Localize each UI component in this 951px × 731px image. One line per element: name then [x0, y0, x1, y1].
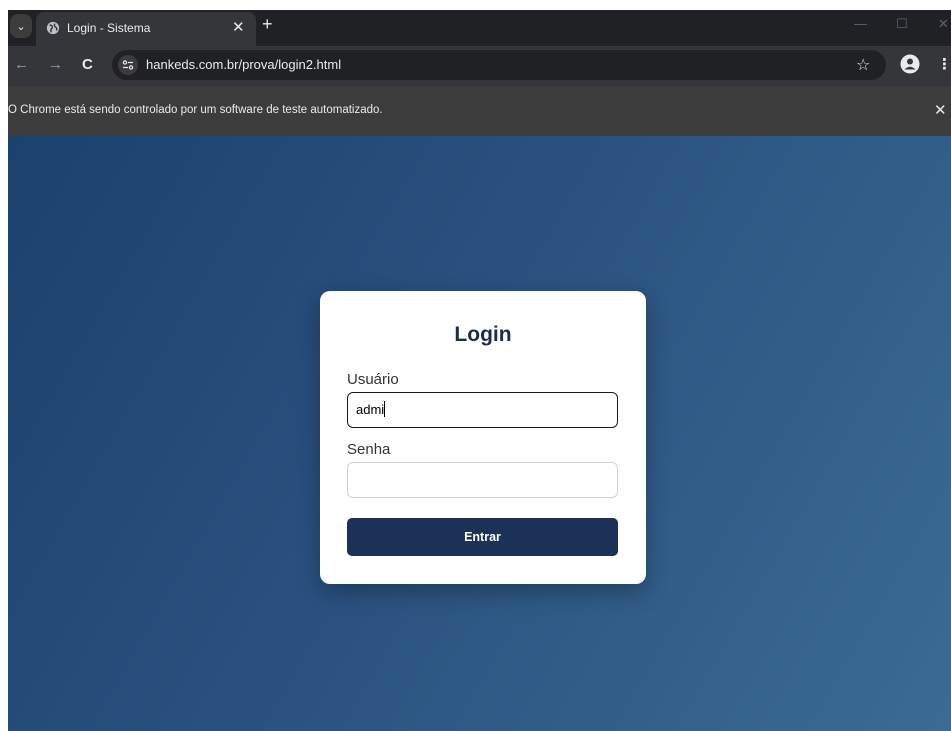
forward-icon[interactable]: → — [48, 56, 63, 73]
page-content: Login Usuário admi Senha Entrar — [8, 136, 951, 731]
username-input[interactable]: admi — [347, 392, 618, 428]
more-menu-icon[interactable]: ⋮ — [937, 55, 951, 73]
back-icon[interactable]: ← — [14, 56, 29, 73]
tab-strip: ⌄ Login - Sistema ✕ + — ☐ ✕ — [8, 10, 951, 46]
tune-icon — [122, 60, 134, 70]
chevron-down-icon: ⌄ — [16, 20, 26, 33]
browser-toolbar: ← → C hankeds.com.br/prova/login2.html ☆… — [8, 46, 951, 86]
login-title: Login — [454, 323, 512, 346]
automation-infobar: O Chrome está sendo controlado por um so… — [8, 86, 951, 136]
url-text: hankeds.com.br/prova/login2.html — [146, 57, 342, 72]
profile-icon[interactable] — [900, 54, 920, 74]
tab-title: Login - Sistema — [67, 21, 151, 35]
username-label: Usuário — [347, 371, 399, 388]
submit-label: Entrar — [464, 530, 501, 544]
infobar-close-icon[interactable]: ✕ — [934, 101, 947, 119]
text-cursor — [384, 401, 386, 417]
infobar-message: O Chrome está sendo controlado por um so… — [8, 104, 383, 116]
tab-close-icon[interactable]: ✕ — [232, 18, 245, 36]
bookmark-star-icon[interactable]: ☆ — [856, 55, 870, 75]
new-tab-button[interactable]: + — [262, 14, 273, 35]
browser-window: ⌄ Login - Sistema ✕ + — ☐ ✕ ← → C hanked… — [8, 10, 951, 731]
maximize-icon[interactable]: ☐ — [896, 16, 908, 32]
reload-icon[interactable]: C — [82, 56, 93, 73]
address-bar[interactable]: hankeds.com.br/prova/login2.html ☆ — [112, 50, 886, 80]
submit-button[interactable]: Entrar — [347, 518, 618, 556]
minimize-icon[interactable]: — — [854, 16, 867, 31]
username-value: admi — [356, 402, 385, 417]
globe-icon — [46, 21, 60, 35]
password-label: Senha — [347, 441, 391, 458]
window-close-icon[interactable]: ✕ — [938, 16, 949, 32]
tab-active[interactable]: Login - Sistema ✕ — [36, 12, 256, 46]
password-input[interactable] — [347, 462, 618, 498]
site-info-button[interactable] — [118, 55, 138, 75]
tab-search-button[interactable]: ⌄ — [10, 14, 32, 38]
login-card: Login Usuário admi Senha Entrar — [320, 291, 646, 584]
